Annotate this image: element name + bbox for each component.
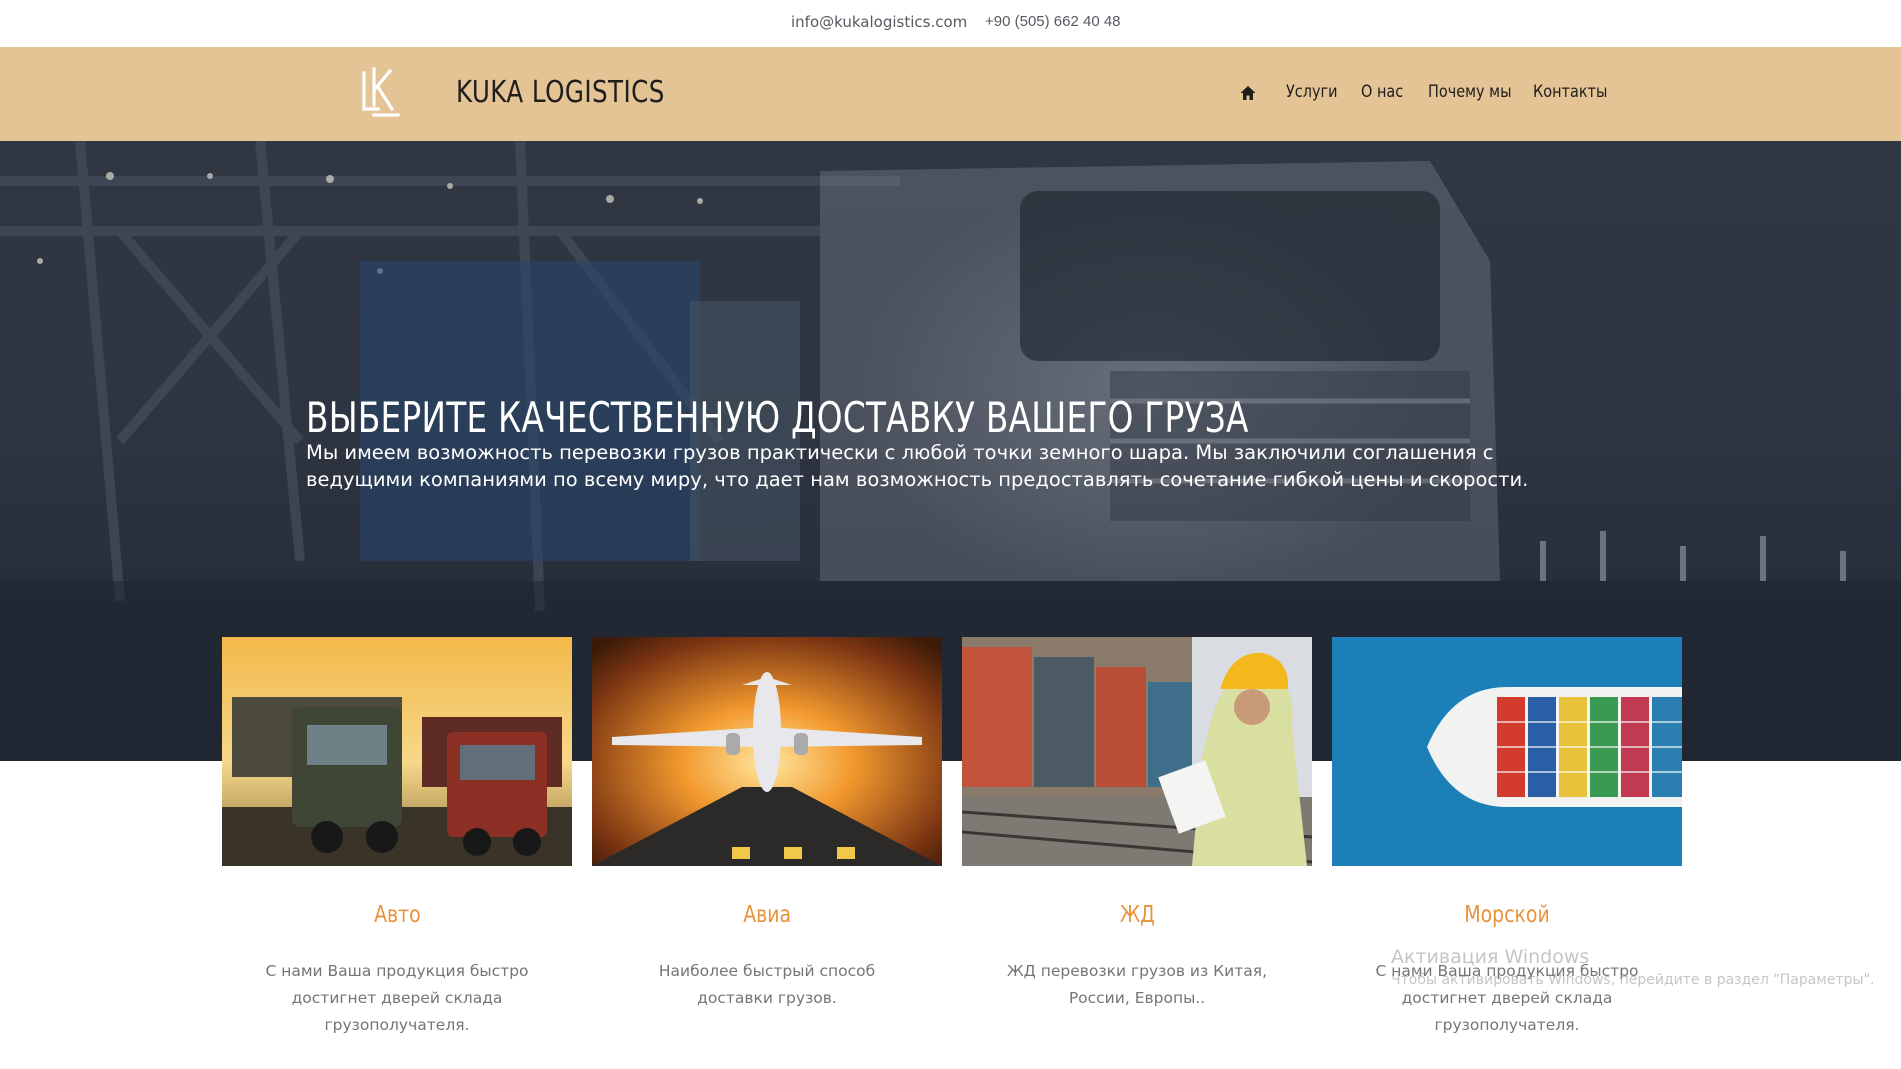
nav-item-about[interactable]: О нас [1361,82,1403,102]
hero-title: ВЫБЕРИТЕ КАЧЕСТВЕННУЮ ДОСТАВКУ ВАШЕГО ГР… [306,393,1249,442]
logo-icon[interactable] [358,65,406,119]
service-title-rail[interactable]: ЖД [962,902,1312,928]
service-image-sea[interactable] [1332,637,1682,866]
site-header: KUKA LOGISTICS Услуги О нас Почему мы Ко… [0,47,1901,141]
brand-name[interactable]: KUKA LOGISTICS [456,75,665,110]
service-description-rail: ЖД перевозки грузов из Китая, России, Ев… [1006,962,1268,1007]
cargo-ship-image [1332,637,1682,866]
windows-activation-title: Активация Windows [1391,946,1590,968]
service-title-auto[interactable]: Авто [222,902,572,928]
nav-item-contacts[interactable]: Контакты [1533,82,1607,102]
top-contact-bar: info@kukalogistics.com +90 (505) 662 40 … [0,0,1901,47]
contact-phone[interactable]: +90 (505) 662 40 48 [985,13,1121,30]
railway-image [962,637,1312,866]
service-title-avia[interactable]: Авиа [592,902,942,928]
contact-email[interactable]: info@kukalogistics.com [791,13,967,31]
service-image-rail[interactable] [962,637,1312,866]
nav-item-services[interactable]: Услуги [1286,82,1338,102]
service-image-avia[interactable] [592,637,942,866]
service-description-sea: С нами Ваша продукция быстро достигнет д… [1375,962,1639,1034]
airplane-image [592,637,942,866]
hero-subtitle: Мы имеем возможность перевозки грузов пр… [306,441,1529,491]
windows-activation-hint: Чтобы активировать Windows, перейдите в … [1391,972,1875,988]
service-image-auto[interactable] [222,637,572,866]
home-icon[interactable] [1239,84,1257,102]
service-title-sea[interactable]: Морской [1332,902,1682,928]
nav-item-why-us[interactable]: Почему мы [1428,82,1511,102]
service-description-auto: С нами Ваша продукция быстро достигнет д… [265,962,529,1034]
service-description-avia: Наиболее быстрый способ доставки грузов. [658,962,876,1007]
truck-image [222,637,572,866]
